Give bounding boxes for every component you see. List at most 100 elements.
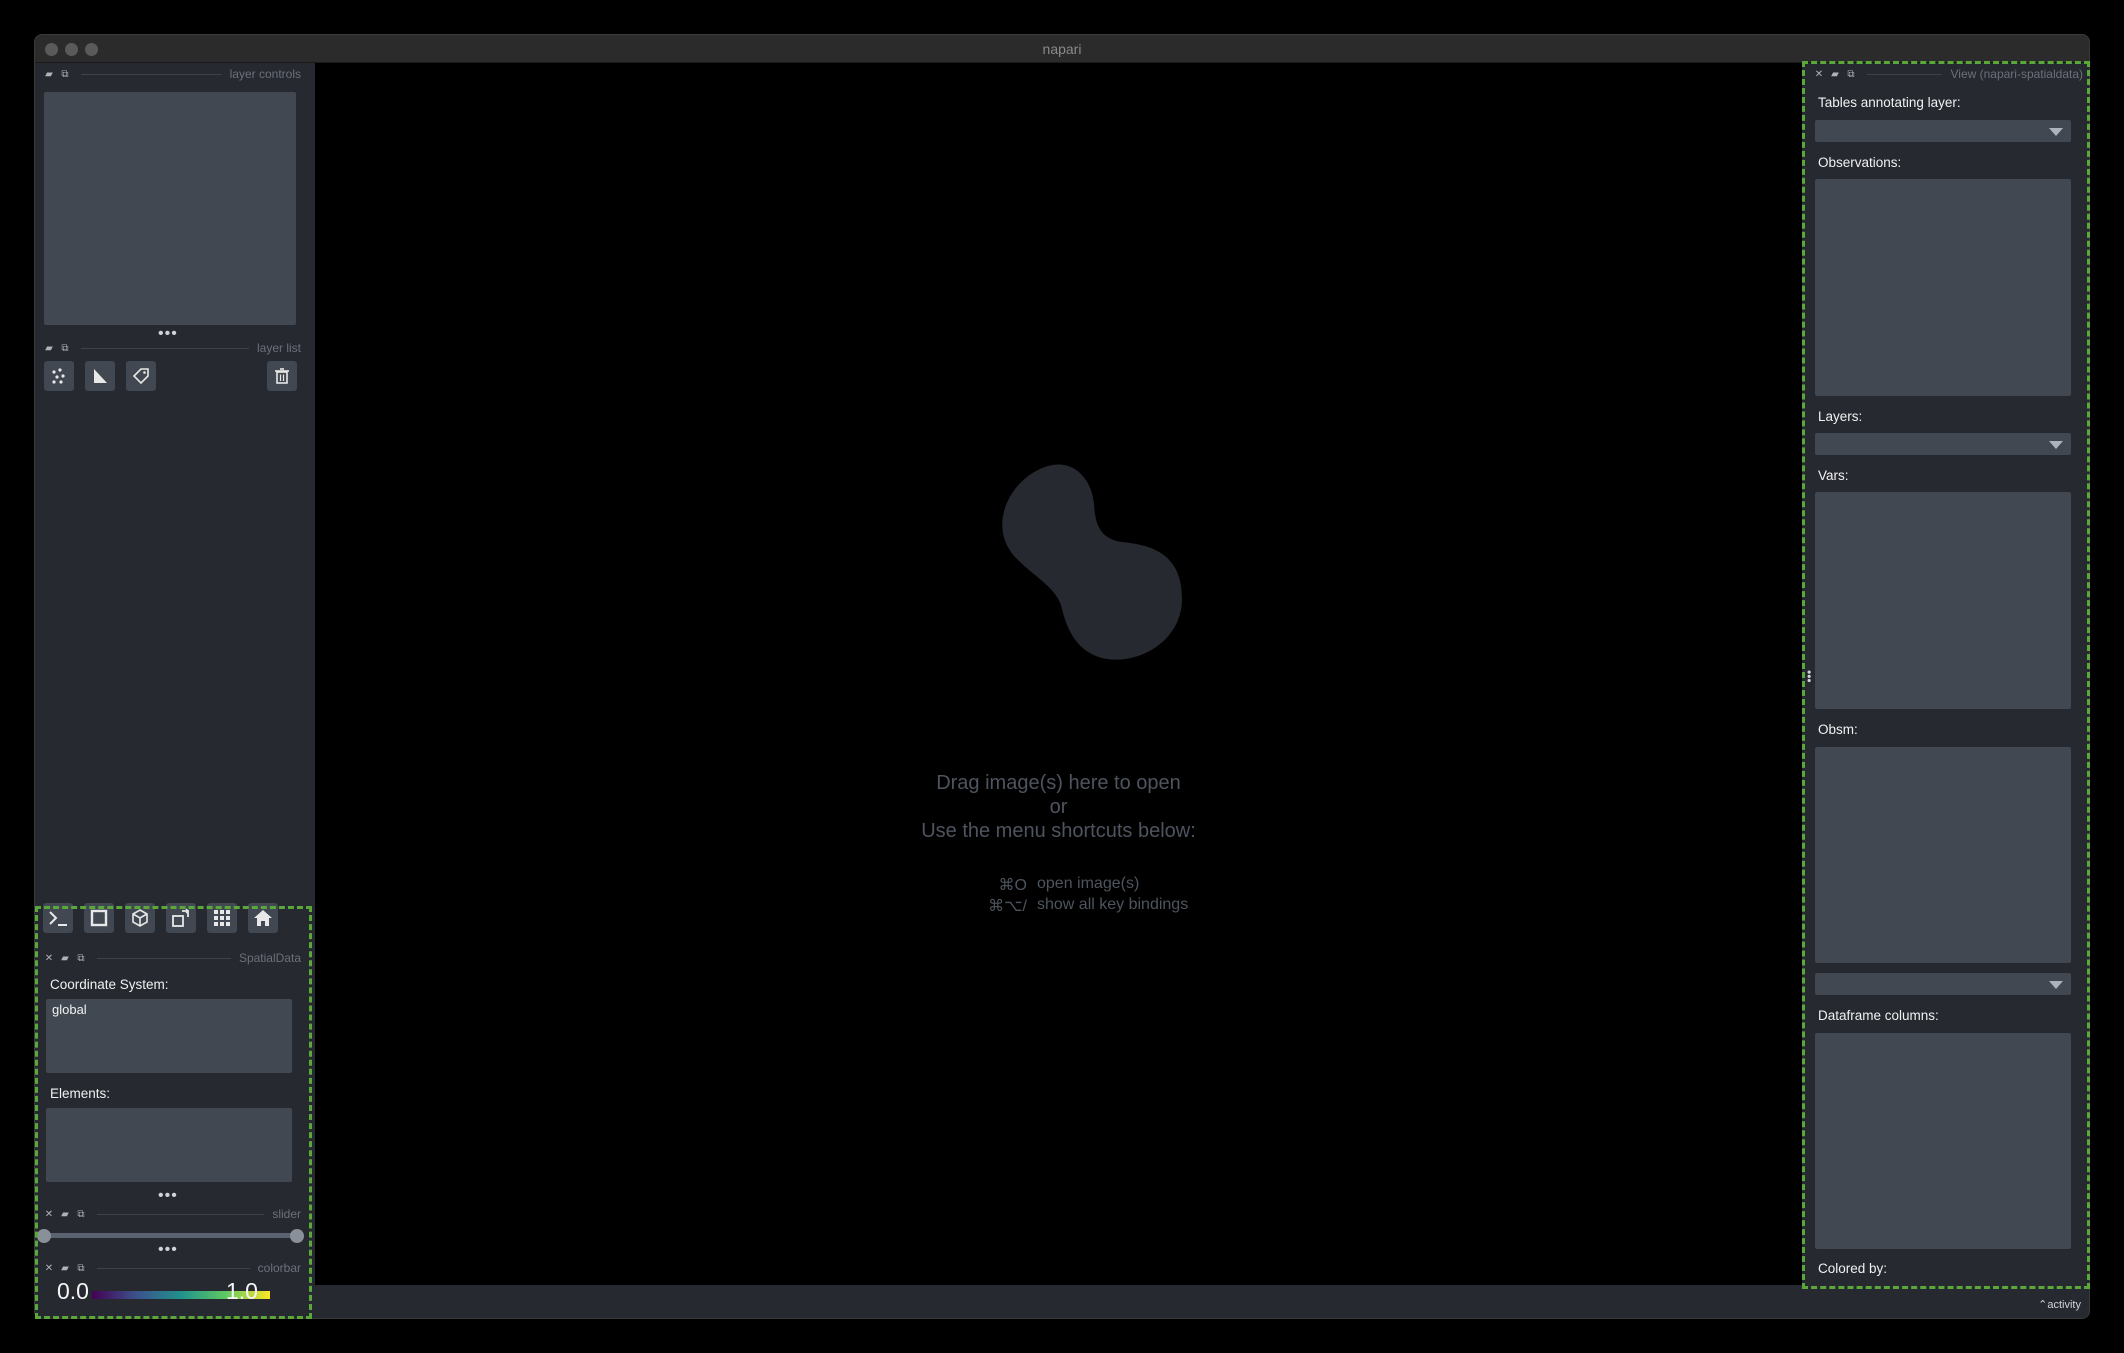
status-bar: ⌃activity [315, 1285, 2089, 1318]
close-icon[interactable]: ✕ [41, 1263, 57, 1274]
resize-handle[interactable]: ••• [158, 1188, 178, 1204]
dataframe-columns-label: Dataframe columns: [1818, 1008, 1939, 1023]
shapes-icon [94, 369, 107, 383]
cube-icon [132, 909, 148, 927]
new-shapes-layer-button[interactable] [85, 361, 115, 391]
layers-dropdown[interactable] [1815, 433, 2071, 455]
spatialdata-titlebar: ✕ ▰ ⧉ SpatialData [41, 949, 301, 967]
vars-label: Vars: [1818, 468, 1849, 483]
drop-hint-line-1: Drag image(s) here to open [936, 772, 1181, 794]
colorbar-min-label: 0.0 [57, 1278, 89, 1304]
float-icon[interactable]: ▰ [57, 1209, 73, 1220]
tables-dropdown[interactable] [1815, 120, 2071, 142]
shortcut-desc-bindings: show all key bindings [1037, 896, 1189, 913]
delete-layer-button[interactable] [267, 361, 297, 391]
title-divider [97, 1213, 265, 1215]
slider-title: slider [272, 1207, 301, 1221]
chevron-down-icon [2049, 128, 2063, 136]
hide-icon[interactable]: ⧉ [57, 343, 73, 354]
close-icon[interactable]: ✕ [41, 953, 57, 964]
ndisplay-button[interactable] [84, 903, 114, 933]
colorbar-title: colorbar [257, 1261, 301, 1275]
elements-label: Elements: [50, 1086, 111, 1101]
colored-by-label: Colored by: [1818, 1261, 1888, 1276]
float-icon[interactable]: ▰ [1827, 69, 1843, 80]
transpose-icon [172, 908, 189, 927]
close-icon[interactable]: ✕ [1811, 69, 1827, 80]
home-icon [254, 910, 272, 926]
activity-label: activity [2047, 1299, 2081, 1311]
viewer-canvas[interactable] [315, 63, 1802, 1285]
hide-icon[interactable]: ⧉ [57, 69, 73, 80]
grid-icon [214, 910, 230, 926]
hide-icon[interactable]: ⧉ [73, 1263, 89, 1274]
layers-label: Layers: [1818, 409, 1863, 424]
float-icon[interactable]: ▰ [57, 953, 73, 964]
trash-icon [275, 368, 289, 384]
home-button[interactable] [248, 903, 278, 933]
float-icon[interactable]: ▰ [41, 69, 57, 80]
chevron-down-icon [2049, 441, 2063, 449]
spatialdata-view-title: View (napari-spatialdata) [1950, 67, 2083, 81]
coordinate-item-global[interactable]: global [52, 1002, 87, 1017]
tables-label: Tables annotating layer: [1818, 95, 1961, 110]
colorbar-max-label: 1.0 [226, 1278, 258, 1304]
layer-list-titlebar: ▰ ⧉ layer list [41, 339, 301, 357]
slider-max-handle[interactable] [290, 1229, 304, 1243]
obsm-label: Obsm: [1818, 722, 1858, 737]
shortcut-keys-bindings: ⌘⌥/ [988, 898, 1027, 915]
layer-controls-title: layer controls [229, 67, 301, 81]
obsm-list[interactable] [1815, 747, 2071, 963]
labels-icon [132, 368, 149, 385]
new-labels-layer-button[interactable] [126, 361, 156, 391]
console-button[interactable] [43, 903, 73, 933]
float-icon[interactable]: ▰ [41, 343, 57, 354]
napari-logo-icon [1002, 464, 1182, 660]
slider-min-handle[interactable] [37, 1229, 51, 1243]
left-dock: ▰ ⧉ layer controls ••• ▰ ⧉ layer list ✕ … [35, 63, 314, 1318]
shortcut-keys-open: ⌘O [998, 877, 1027, 894]
dataframe-columns-list[interactable] [1815, 1033, 2071, 1249]
hide-icon[interactable]: ⧉ [73, 1209, 89, 1220]
observations-label: Observations: [1818, 155, 1902, 170]
square-icon [90, 909, 108, 927]
drop-hint-line-3: Use the menu shortcuts below: [921, 820, 1196, 842]
title-divider [97, 957, 231, 959]
resize-handle[interactable]: ••• [158, 326, 178, 342]
layer-controls-area [44, 92, 296, 325]
hide-icon[interactable]: ⧉ [73, 953, 89, 964]
grid-view-button[interactable] [207, 903, 237, 933]
window-title: napari [1042, 41, 1082, 57]
chevron-up-icon: ⌃ [2038, 1299, 2048, 1311]
right-dock: ✕ ▰ ⧉ View (napari-spatialdata) Tables a… [1803, 63, 2089, 1318]
title-divider [81, 347, 249, 349]
title-divider [97, 1267, 250, 1269]
drop-hint-line-2: or [1049, 796, 1068, 818]
roll-dims-button[interactable] [125, 903, 155, 933]
coordinate-system-label: Coordinate System: [50, 977, 169, 992]
title-bar: napari [35, 35, 2089, 63]
float-icon[interactable]: ▰ [57, 1263, 73, 1274]
close-icon[interactable]: ✕ [41, 1209, 57, 1220]
hide-icon[interactable]: ⧉ [1843, 69, 1859, 80]
spatialdata-title: SpatialData [238, 951, 301, 965]
transpose-button[interactable] [166, 903, 196, 933]
console-icon [49, 911, 67, 926]
new-points-layer-button[interactable] [44, 361, 74, 391]
colorbar-titlebar: ✕ ▰ ⧉ colorbar [41, 1259, 301, 1277]
napari-window: napari ▰ ⧉ layer controls ••• ▰ ⧉ layer … [34, 34, 2090, 1319]
vars-list[interactable] [1815, 492, 2071, 709]
title-divider [81, 73, 222, 75]
coordinate-system-list[interactable]: global [46, 999, 292, 1073]
resize-handle[interactable]: ••• [158, 1242, 178, 1258]
points-icon [52, 368, 65, 384]
elements-list[interactable] [46, 1108, 292, 1182]
obsm-dropdown[interactable] [1815, 973, 2071, 995]
title-divider [1867, 73, 1943, 75]
shortcut-desc-open: open image(s) [1037, 875, 1140, 892]
activity-button[interactable]: ⌃activity [2038, 1298, 2081, 1311]
observations-list[interactable] [1815, 179, 2071, 396]
chevron-down-icon [2049, 981, 2063, 989]
dock-splitter-handle[interactable]: ••• [1802, 670, 1816, 683]
slider-track[interactable] [43, 1233, 297, 1238]
